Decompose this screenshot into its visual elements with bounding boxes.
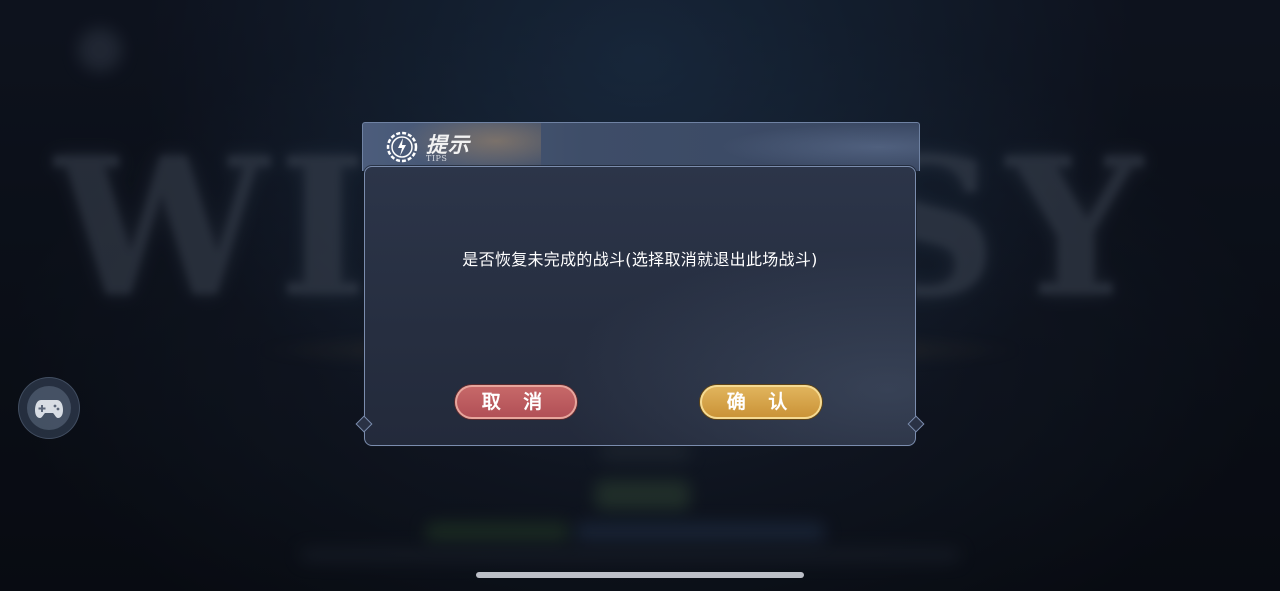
lightning-bolt-in-gear-icon — [385, 130, 419, 168]
cancel-button[interactable]: 取 消 — [455, 385, 577, 419]
dialog-header: 提示 TIPS — [362, 122, 920, 171]
dialog-body — [364, 166, 916, 446]
floating-gamepad-button[interactable] — [18, 377, 80, 439]
gamepad-icon — [27, 386, 71, 430]
dialog-title-subtitle: TIPS — [426, 154, 448, 163]
home-indicator[interactable] — [476, 572, 804, 578]
dialog-message: 是否恢复未完成的战斗(选择取消就退出此场战斗) — [462, 250, 818, 269]
confirm-button[interactable]: 确 认 — [700, 385, 822, 419]
tips-dialog: 提示 TIPS 是否恢复未完成的战斗(选择取消就退出此场战斗) 取 消 确 认 — [355, 122, 925, 450]
